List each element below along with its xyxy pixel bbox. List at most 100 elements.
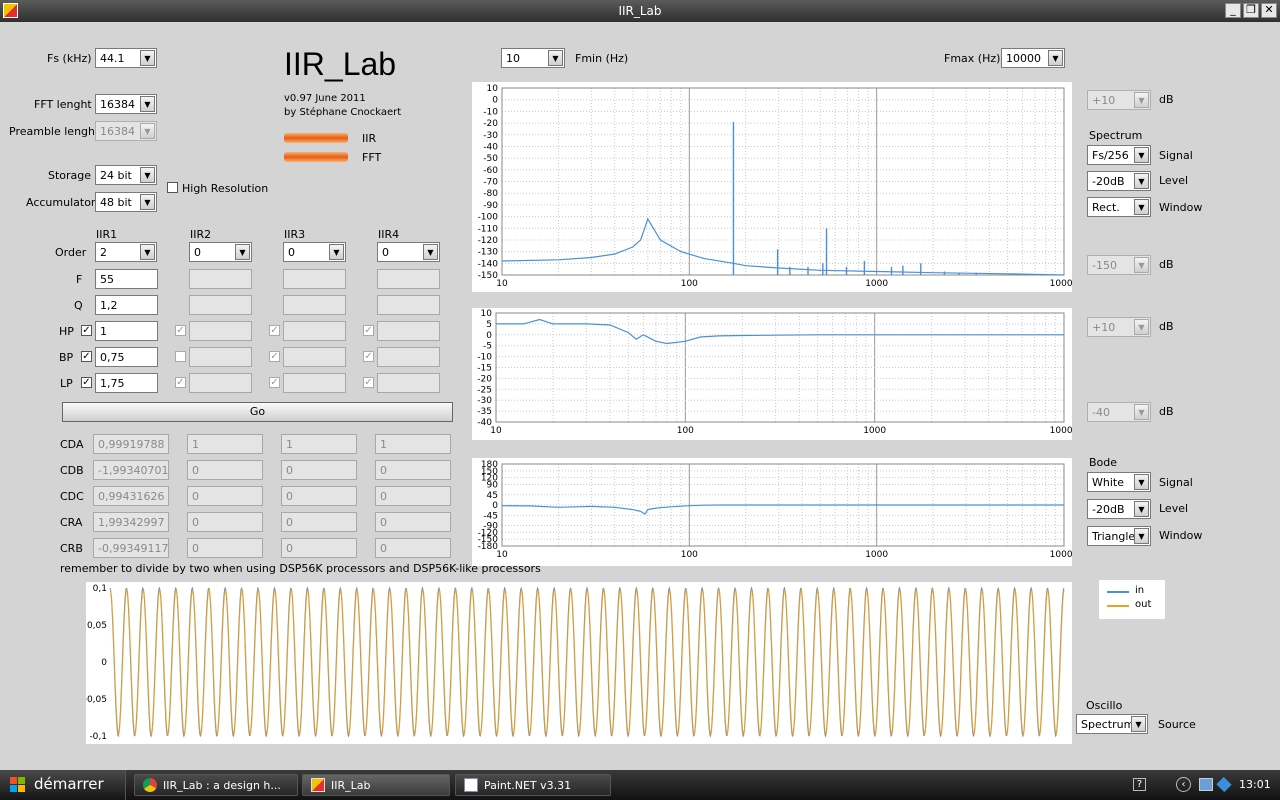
- iir1-order-select[interactable]: 2 ▼: [95, 242, 157, 262]
- iir1-hp-checkbox[interactable]: ✓: [81, 325, 92, 336]
- iir2-order-select[interactable]: 0 ▼: [189, 242, 252, 262]
- fft-length-label: FFT lenght: [34, 98, 92, 111]
- magnitude-ytick-label: -15: [477, 364, 492, 374]
- fmin-select[interactable]: 10 ▼: [501, 48, 565, 68]
- fmax-label: Fmax (Hz): [944, 52, 1001, 65]
- fmax-select[interactable]: 10000 ▼: [1001, 48, 1065, 68]
- chevron-down-icon: ▼: [1134, 147, 1149, 163]
- fs-select[interactable]: 44.1 ▼: [95, 48, 157, 68]
- fft-length-select[interactable]: 16384 ▼: [95, 94, 157, 114]
- taskbar-item-paintnet[interactable]: Paint.NET v3.31: [455, 774, 611, 796]
- accumulator-label: Accumulator: [26, 196, 96, 209]
- oscillo-ytick-label: -0,1: [89, 732, 107, 742]
- chevron-down-icon: ▼: [1134, 319, 1149, 335]
- dropbox-icon[interactable]: [1216, 776, 1232, 793]
- taskbar-item-browser[interactable]: IIR_Lab : a design h...: [134, 774, 298, 796]
- coef-cda-iir2: 1: [187, 434, 263, 454]
- iir3-lp-input: [283, 373, 346, 393]
- phase-xtick-label: 10000: [1050, 550, 1072, 560]
- window-title: IIR_Lab: [618, 4, 662, 18]
- spectrum-ytick-label: -10: [483, 107, 498, 117]
- iir2-f-input: [189, 269, 252, 289]
- chevron-down-icon: ▼: [1134, 199, 1149, 215]
- fmin-label: Fmin (Hz): [575, 52, 629, 65]
- spectrum-series-line: [501, 217, 1065, 276]
- iir3-order-select[interactable]: 0 ▼: [283, 242, 346, 262]
- spectrum-ytick-label: -20: [483, 119, 498, 129]
- chevron-down-icon: ▼: [1134, 404, 1149, 420]
- coef-crb-iir4: 0: [375, 538, 451, 558]
- iir1-header: IIR1: [96, 228, 118, 241]
- iir1-bp-checkbox[interactable]: ✓: [81, 351, 92, 362]
- oscillo-source-select[interactable]: Spectrum ▼: [1076, 714, 1148, 734]
- bode-title: Bode: [1089, 456, 1118, 469]
- oscillo-out-line: [109, 587, 1065, 737]
- magnitude-ytick-label: 10: [481, 309, 493, 319]
- oscillo-ytick-label: 0,1: [93, 584, 107, 594]
- spectrum-ytick-label: -30: [483, 131, 498, 141]
- magnitude-xtick-label: 10: [490, 426, 502, 436]
- spectrum-bottom-db: dB: [1159, 258, 1174, 271]
- app-title: IIR_Lab: [284, 46, 397, 82]
- coef-cra-iir3: 0: [281, 512, 357, 532]
- oscillo-ytick-label: 0: [101, 658, 107, 668]
- coef-label-cdc: CDC: [60, 490, 84, 503]
- magnitude-plot-frame: [495, 312, 1065, 423]
- iir3-lp-checkbox: ✓: [269, 377, 280, 388]
- spectrum-ytick-label: -80: [483, 189, 498, 199]
- network-icon[interactable]: [1199, 778, 1213, 791]
- magnitude-ytick-label: -25: [477, 385, 492, 395]
- iir4-lp-input: [377, 373, 440, 393]
- iir4-order-select[interactable]: 0 ▼: [377, 242, 440, 262]
- coef-cra-iir1: 1,99342997: [93, 512, 169, 532]
- magnitude-chart: 1050-5-10-15-20-25-30-35-4010 100 1000 1000…: [472, 308, 1072, 440]
- version-text: v0.97 June 2011: [284, 93, 366, 104]
- bode-level-label: Level: [1159, 502, 1189, 515]
- legend-in-swatch: [1107, 591, 1129, 593]
- browser-icon: [143, 778, 157, 792]
- phase-xtick-label: 10: [496, 550, 508, 560]
- accumulator-select[interactable]: 48 bit ▼: [95, 192, 157, 212]
- maximize-button[interactable]: ❐: [1243, 3, 1259, 18]
- coef-cda-iir4: 1: [375, 434, 451, 454]
- fft-indicator-label: FFT: [362, 151, 382, 164]
- oscillo-ytick-label: 0,05: [87, 621, 107, 631]
- oscillo-chart: 0,1 0,05 0 -0,05 -0,1: [86, 582, 1072, 744]
- start-button[interactable]: démarrer: [0, 770, 126, 800]
- spectrum-title: Spectrum: [1089, 129, 1143, 142]
- bode-window-select[interactable]: Triangle ▼: [1087, 526, 1151, 546]
- coef-cda-iir3: 1: [281, 434, 357, 454]
- iir2-lp-input: [189, 373, 252, 393]
- storage-label: Storage: [48, 169, 92, 182]
- spectrum-signal-select[interactable]: Fs/256 ▼: [1087, 145, 1151, 165]
- spectrum-level-select[interactable]: -20dB ▼: [1087, 171, 1151, 191]
- high-resolution-checkbox[interactable]: [167, 182, 178, 193]
- iir1-lp-checkbox[interactable]: ✓: [81, 377, 92, 388]
- iir1-lp-input[interactable]: 1,75: [95, 373, 158, 393]
- spectrum-window-select[interactable]: Rect. ▼: [1087, 197, 1151, 217]
- iir1-hp-input[interactable]: 1: [95, 321, 158, 341]
- magnitude-ytick-label: 5: [486, 320, 492, 330]
- storage-select[interactable]: 24 bit ▼: [95, 165, 157, 185]
- spectrum-ytick-label: -90: [483, 201, 498, 211]
- bode-signal-select[interactable]: White ▼: [1087, 472, 1151, 492]
- iir2-header: IIR2: [190, 228, 212, 241]
- taskbar-item-iirlab[interactable]: IIR_Lab: [302, 774, 450, 796]
- bode-level-select[interactable]: -20dB ▼: [1087, 499, 1151, 519]
- help-icon[interactable]: ?: [1133, 778, 1146, 791]
- iir1-q-input[interactable]: 1,2: [95, 295, 158, 315]
- chevron-down-icon: ▼: [1134, 528, 1149, 544]
- go-button[interactable]: Go: [62, 402, 453, 422]
- coef-cra-iir2: 0: [187, 512, 263, 532]
- iir1-bp-input[interactable]: 0,75: [95, 347, 158, 367]
- coef-crb-iir2: 0: [187, 538, 263, 558]
- minimize-button[interactable]: _: [1225, 3, 1241, 18]
- tray-expand-icon[interactable]: ‹: [1176, 777, 1191, 792]
- iir1-f-input[interactable]: 55: [95, 269, 158, 289]
- magnitude-xtick-label: 1000: [863, 426, 886, 436]
- iir4-hp-input: [377, 321, 440, 341]
- coef-cda-iir1: 0,99919788: [93, 434, 169, 454]
- author-text: by Stéphane Cnockaert: [284, 107, 402, 118]
- chevron-down-icon: ▼: [1048, 50, 1063, 66]
- close-button[interactable]: ✕: [1261, 3, 1277, 18]
